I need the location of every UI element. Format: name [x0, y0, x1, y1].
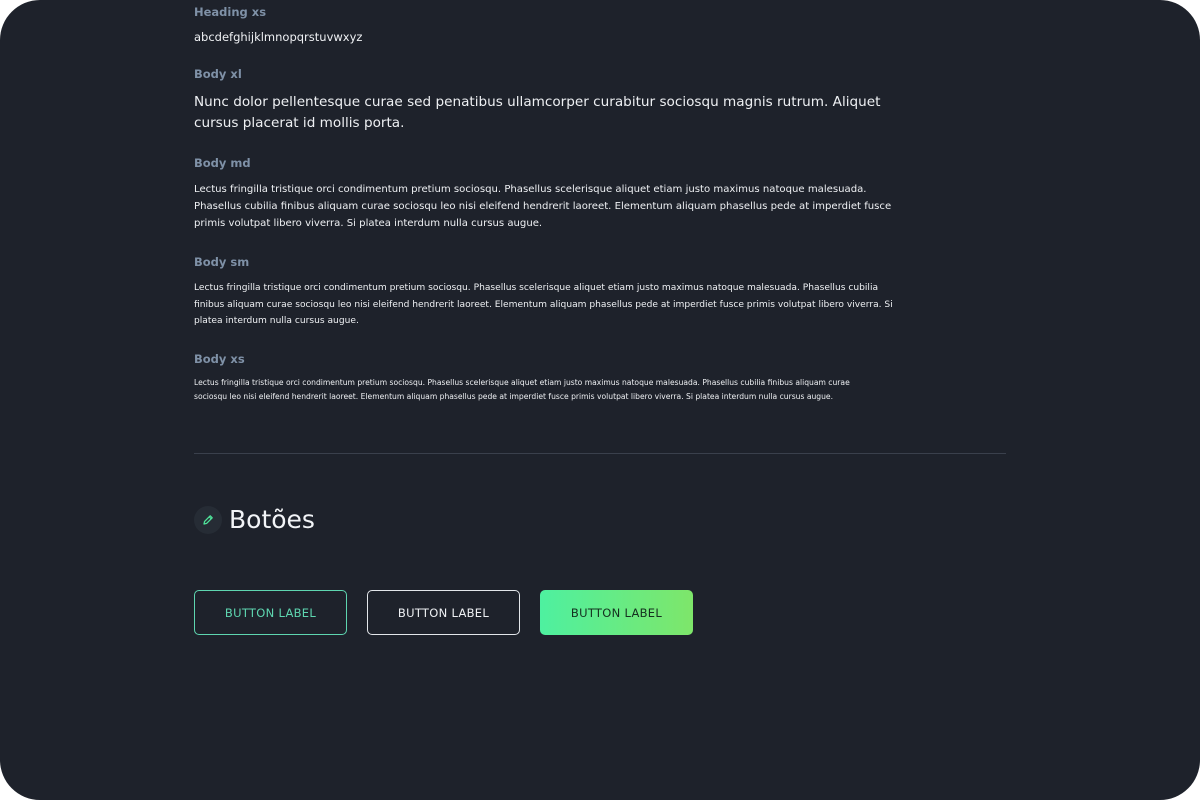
style-guide-page: Heading xs abcdefghijklmnopqrstuvwxyz Bo…: [0, 0, 1200, 800]
body-xl-sample: Nunc dolor pellentesque curae sed penati…: [194, 94, 881, 131]
body-sm-label: Body sm: [194, 255, 250, 269]
body-xl-label: Body xl: [194, 67, 242, 81]
body-md-sample: Lectus fringilla tristique orci condimen…: [194, 184, 892, 229]
pencil-icon: [194, 506, 222, 534]
section-title: Botões: [229, 505, 315, 534]
gradient-button[interactable]: BUTTON LABEL: [540, 590, 693, 635]
heading-xs-label: Heading xs: [194, 5, 267, 19]
body-xs-sample: Lectus fringilla tristique orci condimen…: [194, 378, 850, 401]
section-divider: [194, 453, 1006, 454]
heading-xs-sample: abcdefghijklmnopqrstuvwxyz: [194, 30, 363, 44]
outline-accent-button[interactable]: BUTTON LABEL: [194, 590, 347, 635]
buttons-section-header: Botões: [194, 503, 315, 537]
body-md-label: Body md: [194, 156, 251, 170]
outline-light-button[interactable]: BUTTON LABEL: [367, 590, 520, 635]
body-sm-sample: Lectus fringilla tristique orci condimen…: [194, 283, 893, 327]
body-xs-label: Body xs: [194, 352, 245, 366]
